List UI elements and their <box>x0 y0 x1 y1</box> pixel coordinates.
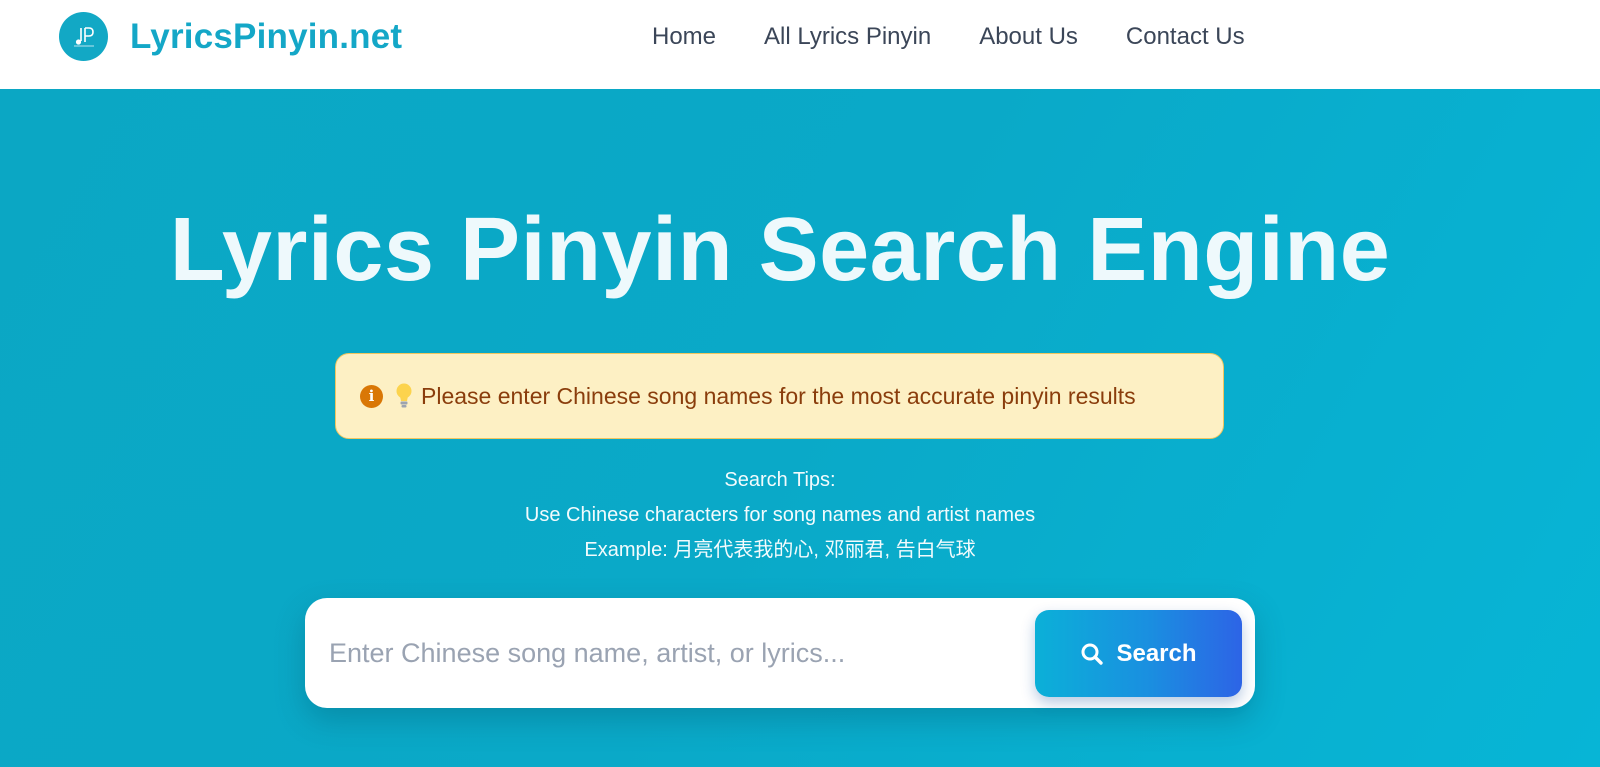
main-nav: Home All Lyrics Pinyin About Us Contact … <box>652 22 1293 52</box>
search-tips-line: Use Chinese characters for song names an… <box>524 504 1036 526</box>
hero-title: Lyrics Pinyin Search Engine <box>169 200 1391 300</box>
search-tips: Search Tips: Use Chinese characters for … <box>0 463 1560 568</box>
search-tips-example: Example: 月亮代表我的心, 邓丽君, 告白气球 <box>584 539 976 561</box>
search-tips-heading: Search Tips: <box>724 469 836 491</box>
nav-about-us-link[interactable]: About Us <box>979 22 1078 52</box>
site-name: LyricsPinyin.net <box>130 16 403 56</box>
search-input[interactable] <box>329 618 999 688</box>
site-logo[interactable]: LyricsPinyin.net <box>59 12 402 61</box>
info-circle-icon: i <box>360 384 383 408</box>
search-icon <box>1081 643 1104 665</box>
music-note-logo-icon <box>59 12 108 61</box>
search-button[interactable]: Search <box>1035 610 1242 697</box>
search-box: Search <box>305 598 1255 708</box>
notice-text: Please enter Chinese song names for the … <box>421 382 1136 409</box>
nav-home-link[interactable]: Home <box>652 22 716 52</box>
site-header: LyricsPinyin.net Home All Lyrics Pinyin … <box>0 0 1600 89</box>
hero-section: Lyrics Pinyin Search Engine i Please ent… <box>0 89 1600 767</box>
nav-contact-us-link[interactable]: Contact Us <box>1126 22 1245 52</box>
notice-banner: i Please enter Chinese song names for th… <box>335 353 1224 439</box>
search-button-label: Search <box>1116 639 1197 667</box>
nav-all-lyrics-pinyin-link[interactable]: All Lyrics Pinyin <box>764 22 931 52</box>
lightbulb-icon <box>395 382 413 410</box>
